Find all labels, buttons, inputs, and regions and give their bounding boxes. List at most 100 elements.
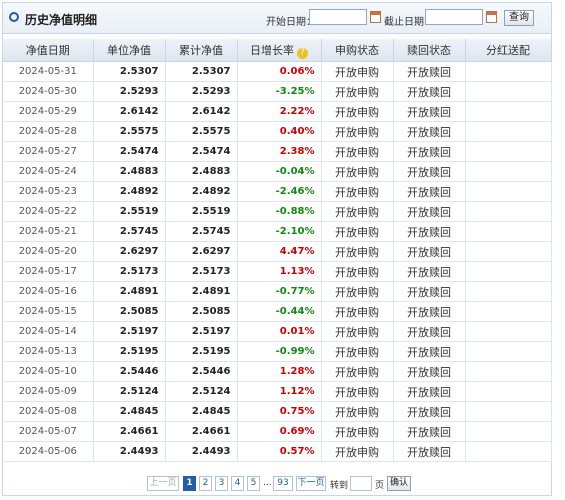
goto-page-input[interactable]	[350, 476, 372, 491]
start-date-input[interactable]	[309, 9, 367, 25]
table-row: 2024-05-28 2.5575 2.5575 0.40% 开放申购 开放赎回	[3, 121, 552, 142]
page-4-button[interactable]: 4	[231, 476, 244, 491]
dividend-cell	[465, 301, 552, 322]
unit-nav-cell: 2.5307	[93, 61, 166, 82]
table-header-row: 净值日期 单位净值 累计净值 日增长率? 申购状态 赎回状态 分红送配	[3, 39, 552, 62]
accumulated-nav-cell: 2.4493	[165, 441, 238, 462]
redeem-status-cell: 开放赎回	[393, 121, 466, 142]
unit-nav-cell: 2.4493	[93, 441, 166, 462]
purchase-status-cell: 开放申购	[321, 221, 394, 242]
column-header: 申购状态	[321, 39, 394, 62]
redeem-status-cell: 开放赎回	[393, 181, 466, 202]
dividend-cell	[465, 221, 552, 242]
accumulated-nav-cell: 2.4661	[165, 421, 238, 442]
accumulated-nav-cell: 2.5124	[165, 381, 238, 402]
panel-title: 历史净值明细	[25, 13, 98, 27]
purchase-status-cell: 开放申购	[321, 421, 394, 442]
accumulated-nav-cell: 2.6297	[165, 241, 238, 262]
column-header-label: 分红送配	[486, 44, 530, 57]
purchase-status-cell: 开放申购	[321, 321, 394, 342]
unit-nav-cell: 2.5519	[93, 201, 166, 222]
dividend-cell	[465, 421, 552, 442]
column-header: 日增长率?	[237, 39, 322, 62]
redeem-status-cell: 开放赎回	[393, 101, 466, 122]
redeem-status-cell: 开放赎回	[393, 81, 466, 102]
redeem-status-cell: 开放赎回	[393, 241, 466, 262]
dividend-cell	[465, 341, 552, 362]
dividend-cell	[465, 101, 552, 122]
nav-date-cell: 2024-05-14	[3, 321, 94, 342]
calendar-icon[interactable]	[370, 11, 381, 23]
unit-nav-cell: 2.5474	[93, 141, 166, 162]
calendar-icon[interactable]	[486, 11, 497, 23]
table-body: 2024-05-31 2.5307 2.5307 0.06% 开放申购 开放赎回 2024-…	[3, 61, 552, 462]
purchase-status-cell: 开放申购	[321, 361, 394, 382]
nav-date-cell: 2024-05-31	[3, 61, 94, 82]
daily-growth-cell: 4.47%	[237, 241, 322, 262]
nav-history-table: 净值日期 单位净值 累计净值 日增长率? 申购状态 赎回状态 分红送配 2024-05-31…	[3, 39, 552, 462]
accumulated-nav-cell: 2.5195	[165, 341, 238, 362]
dividend-cell	[465, 141, 552, 162]
end-date-input[interactable]	[425, 9, 483, 25]
daily-growth-cell: -0.44%	[237, 301, 322, 322]
table-row: 2024-05-10 2.5446 2.5446 1.28% 开放申购 开放赎回	[3, 361, 552, 382]
page-5-button[interactable]: 5	[247, 476, 260, 491]
column-header-label: 日增长率	[250, 43, 294, 57]
prev-page-button[interactable]: 上一页	[147, 476, 179, 491]
redeem-status-cell: 开放赎回	[393, 321, 466, 342]
accumulated-nav-cell: 2.5085	[165, 301, 238, 322]
page-2-button[interactable]: 2	[199, 476, 212, 491]
daily-growth-cell: 0.40%	[237, 121, 322, 142]
accumulated-nav-cell: 2.6142	[165, 101, 238, 122]
page-3-button[interactable]: 3	[215, 476, 228, 491]
purchase-status-cell: 开放申购	[321, 281, 394, 302]
page-1-button[interactable]: 1	[183, 476, 196, 491]
last-page-button[interactable]: 93	[273, 476, 293, 491]
nav-date-cell: 2024-05-30	[3, 81, 94, 102]
unit-nav-cell: 2.5293	[93, 81, 166, 102]
purchase-status-cell: 开放申购	[321, 241, 394, 262]
circle-icon	[9, 12, 19, 22]
purchase-status-cell: 开放申购	[321, 261, 394, 282]
unit-nav-cell: 2.6142	[93, 101, 166, 122]
accumulated-nav-cell: 2.4892	[165, 181, 238, 202]
panel-header: 历史净值明细 开始日期： 截止日期： 查询	[3, 3, 551, 34]
daily-growth-cell: 0.06%	[237, 61, 322, 82]
query-button[interactable]: 查询	[504, 10, 534, 26]
purchase-status-cell: 开放申购	[321, 181, 394, 202]
purchase-status-cell: 开放申购	[321, 381, 394, 402]
purchase-status-cell: 开放申购	[321, 81, 394, 102]
nav-date-cell: 2024-05-22	[3, 201, 94, 222]
table-row: 2024-05-07 2.4661 2.4661 0.69% 开放申购 开放赎回	[3, 421, 552, 442]
unit-nav-cell: 2.4883	[93, 161, 166, 182]
redeem-status-cell: 开放赎回	[393, 261, 466, 282]
daily-growth-cell: -0.77%	[237, 281, 322, 302]
column-header: 赎回状态	[393, 39, 466, 62]
daily-growth-cell: 0.75%	[237, 401, 322, 422]
confirm-button[interactable]: 确认	[387, 476, 411, 491]
unit-nav-cell: 2.4891	[93, 281, 166, 302]
accumulated-nav-cell: 2.5745	[165, 221, 238, 242]
nav-date-cell: 2024-05-24	[3, 161, 94, 182]
dividend-cell	[465, 241, 552, 262]
nav-date-cell: 2024-05-23	[3, 181, 94, 202]
dividend-cell	[465, 441, 552, 462]
next-page-button[interactable]: 下一页	[296, 476, 326, 491]
nav-date-cell: 2024-05-07	[3, 421, 94, 442]
unit-nav-cell: 2.5173	[93, 261, 166, 282]
redeem-status-cell: 开放赎回	[393, 61, 466, 82]
table-row: 2024-05-29 2.6142 2.6142 2.22% 开放申购 开放赎回	[3, 101, 552, 122]
table-row: 2024-05-20 2.6297 2.6297 4.47% 开放申购 开放赎回	[3, 241, 552, 262]
dividend-cell	[465, 261, 552, 282]
column-header: 累计净值	[165, 39, 238, 62]
table-row: 2024-05-21 2.5745 2.5745 -2.10% 开放申购 开放赎回	[3, 221, 552, 242]
accumulated-nav-cell: 2.5575	[165, 121, 238, 142]
daily-growth-cell: 1.12%	[237, 381, 322, 402]
help-icon[interactable]: ?	[297, 47, 308, 59]
nav-date-cell: 2024-05-09	[3, 381, 94, 402]
accumulated-nav-cell: 2.5293	[165, 81, 238, 102]
goto-label: 转到	[330, 481, 349, 491]
nav-date-cell: 2024-05-16	[3, 281, 94, 302]
table-row: 2024-05-22 2.5519 2.5519 -0.88% 开放申购 开放赎回	[3, 201, 552, 222]
table-row: 2024-05-14 2.5197 2.5197 0.01% 开放申购 开放赎回	[3, 321, 552, 342]
